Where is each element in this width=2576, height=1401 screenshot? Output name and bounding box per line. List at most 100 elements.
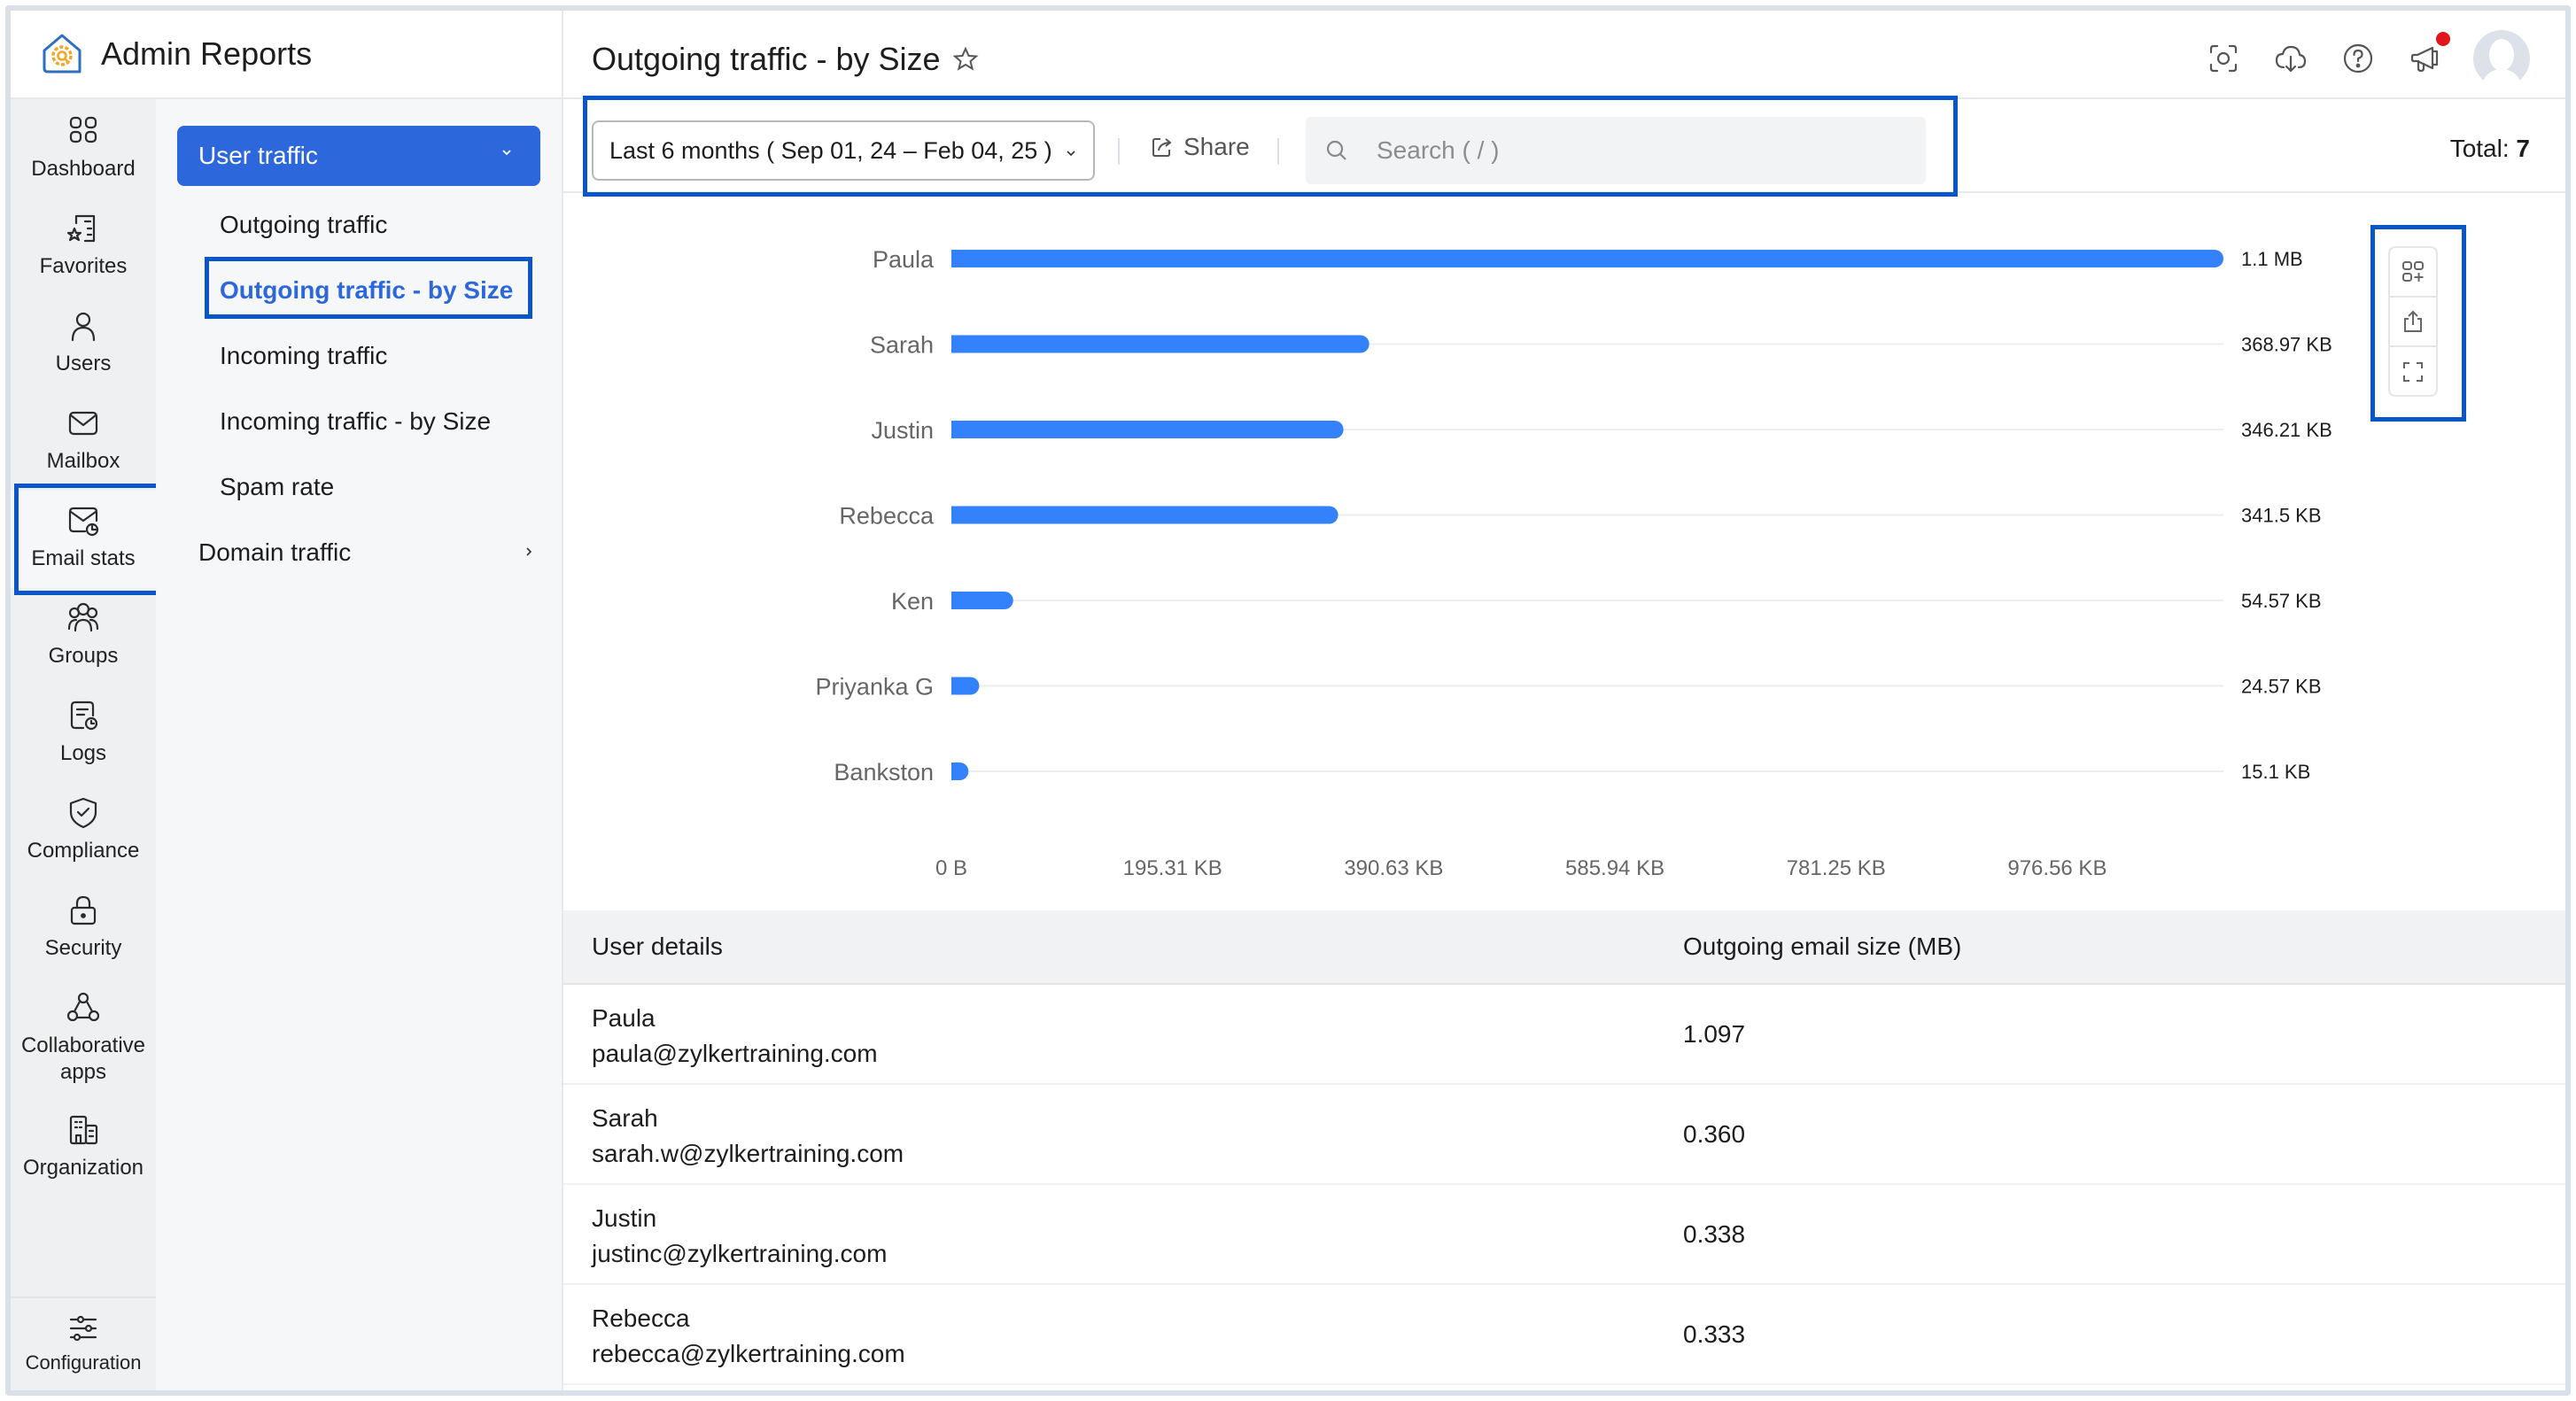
screenshot-button[interactable] — [2204, 39, 2243, 78]
rail-item-label: Security — [44, 936, 122, 960]
export-chart-button[interactable] — [2390, 298, 2436, 347]
rail-item-dashboard[interactable]: Dashboard — [11, 112, 156, 182]
collaborative-apps-icon — [66, 992, 100, 1022]
table-row[interactable]: Paula paula@zylkertraining.com 1.097 — [563, 985, 2565, 1085]
bar[interactable] — [951, 335, 1369, 353]
announcements-button[interactable] — [2406, 32, 2450, 78]
search-box[interactable] — [1306, 117, 1926, 184]
chevron-down-icon — [1067, 151, 1075, 157]
search-input[interactable] — [1377, 136, 1873, 165]
search-icon — [1326, 140, 1346, 160]
user-name: Justin — [592, 1204, 657, 1232]
submenu-item-incoming-traffic[interactable]: Incoming traffic — [220, 342, 387, 370]
table-row[interactable]: Justin justinc@zylkertraining.com 0.338 — [563, 1185, 2565, 1285]
app-brand: Admin Reports — [11, 11, 563, 99]
outgoing-size-value: 0.333 — [1683, 1320, 1746, 1348]
date-range-select[interactable]: Last 6 months ( Sep 01, 24 – Feb 04, 25 … — [592, 120, 1095, 181]
rail-item-groups[interactable]: Groups — [11, 599, 156, 670]
rail-item-label: Favorites — [39, 254, 128, 278]
submenu-domain-label: Domain traffic — [198, 538, 352, 566]
rail-item-label: Logs — [59, 741, 107, 765]
outgoing-size-value: 1.097 — [1683, 1020, 1746, 1048]
logs-icon — [70, 700, 98, 731]
user-icon — [71, 312, 96, 342]
admin-reports-logo-icon — [43, 34, 81, 74]
user-name: Paula — [592, 1004, 656, 1032]
x-tick-label: 781.25 KB — [1787, 856, 1886, 880]
avatar[interactable] — [2473, 30, 2530, 87]
submenu-item-outgoing-traffic[interactable]: Outgoing traffic — [220, 211, 387, 239]
rail-item-collaborative-apps[interactable]: Collaborative apps — [11, 988, 156, 1086]
category-label: Ken — [891, 588, 934, 615]
bar[interactable] — [951, 421, 1344, 438]
total-value: 7 — [2516, 135, 2530, 162]
favorites-icon — [66, 214, 96, 243]
rail-item-security[interactable]: Security — [11, 891, 156, 962]
download-button[interactable] — [2271, 39, 2310, 78]
column-header-user-details[interactable]: User details — [592, 933, 723, 961]
page-title: Outgoing traffic - by Size — [592, 41, 980, 78]
rail-item-users[interactable]: Users — [11, 306, 156, 377]
fullscreen-button[interactable] — [2390, 347, 2436, 397]
sliders-icon — [69, 1315, 97, 1342]
data-label: 1.1 MB — [2241, 248, 2303, 270]
total-count: Total: 7 — [2450, 135, 2530, 163]
bar-chart: Paula 1.1 MB Sarah 368.97 KB Justin 346.21 KB… — [815, 246, 2332, 880]
add-widget-button[interactable] — [2390, 248, 2436, 298]
submenu-item-spam-rate[interactable]: Spam rate — [220, 473, 334, 501]
rail-item-logs[interactable]: Logs — [11, 696, 156, 767]
report-toolbar: Last 6 months ( Sep 01, 24 – Feb 04, 25 … — [563, 99, 2565, 193]
submenu-item-domain-traffic[interactable]: Domain traffic — [198, 538, 535, 567]
category-label: Justin — [871, 417, 934, 444]
submenu-group-label: User traffic — [198, 142, 318, 169]
app-window: Admin Reports Dashboard Favorites Users … — [5, 5, 2571, 1396]
top-bar: Outgoing traffic - by Size — [563, 11, 2565, 99]
x-tick-label: 390.63 KB — [1344, 856, 1443, 880]
main-content: Outgoing traffic - by Size Last 6 months… — [563, 11, 2565, 1390]
share-button[interactable]: Share — [1148, 133, 1250, 161]
user-email: paula@zylkertraining.com — [592, 1040, 878, 1067]
rail-item-label: Compliance — [27, 839, 140, 863]
rail-item-compliance[interactable]: Compliance — [11, 793, 156, 864]
data-label: 54.57 KB — [2241, 590, 2322, 612]
rail-item-favorites[interactable]: Favorites — [11, 209, 156, 280]
x-tick-label: 195.31 KB — [1123, 856, 1222, 880]
rail-item-organization[interactable]: Organization — [11, 1111, 156, 1181]
rail-item-label: Organization — [22, 1156, 144, 1180]
rail-item-label: Mailbox — [46, 449, 120, 473]
table-body: Paula paula@zylkertraining.com 1.097 Sarah s… — [563, 985, 2565, 1385]
date-range-value: Last 6 months ( Sep 01, 24 – Feb 04, 25 … — [609, 136, 1052, 164]
star-icon[interactable] — [951, 45, 980, 74]
bar[interactable] — [951, 762, 969, 780]
rail-item-mailbox[interactable]: Mailbox — [11, 404, 156, 475]
user-name: Sarah — [592, 1104, 658, 1132]
app-title: Admin Reports — [101, 35, 313, 72]
rail-item-configuration[interactable]: Configuration — [11, 1309, 156, 1376]
organization-icon — [69, 1115, 98, 1145]
icon-rail: Dashboard Favorites Users Mailbox Email … — [11, 99, 156, 1390]
submenu-item-outgoing-traffic-by-size[interactable]: Outgoing traffic - by Size — [220, 276, 513, 305]
bar[interactable] — [951, 592, 1013, 609]
bar[interactable] — [951, 677, 980, 695]
notification-badge — [2436, 32, 2450, 46]
bar[interactable] — [951, 506, 1338, 524]
bar[interactable] — [951, 250, 2223, 267]
rail-bottom: Configuration — [11, 1297, 156, 1390]
rail-item-email-stats[interactable]: Email stats — [11, 491, 156, 588]
share-label: Share — [1183, 133, 1250, 160]
table-row[interactable]: Sarah sarah.w@zylkertraining.com 0.360 — [563, 1085, 2565, 1185]
help-button[interactable] — [2339, 39, 2378, 78]
divider — [1118, 138, 1120, 165]
submenu-item-incoming-traffic-by-size[interactable]: Incoming traffic - by Size — [220, 407, 491, 436]
share-icon — [1152, 138, 1172, 157]
rail-item-label: Collaborative apps — [20, 1033, 146, 1084]
screenshot-icon — [2209, 44, 2238, 73]
data-label: 346.21 KB — [2241, 419, 2332, 441]
lock-icon — [70, 895, 97, 925]
fullscreen-icon — [2403, 362, 2423, 382]
submenu-panel: User traffic Outgoing traffic Outgoing t… — [156, 99, 563, 1390]
submenu-group-user-traffic[interactable]: User traffic — [177, 126, 540, 186]
column-header-outgoing-size[interactable]: Outgoing email size (MB) — [1683, 933, 1961, 961]
page-title-text: Outgoing traffic - by Size — [592, 41, 941, 77]
table-row[interactable]: Rebecca rebecca@zylkertraining.com 0.333 — [563, 1285, 2565, 1385]
